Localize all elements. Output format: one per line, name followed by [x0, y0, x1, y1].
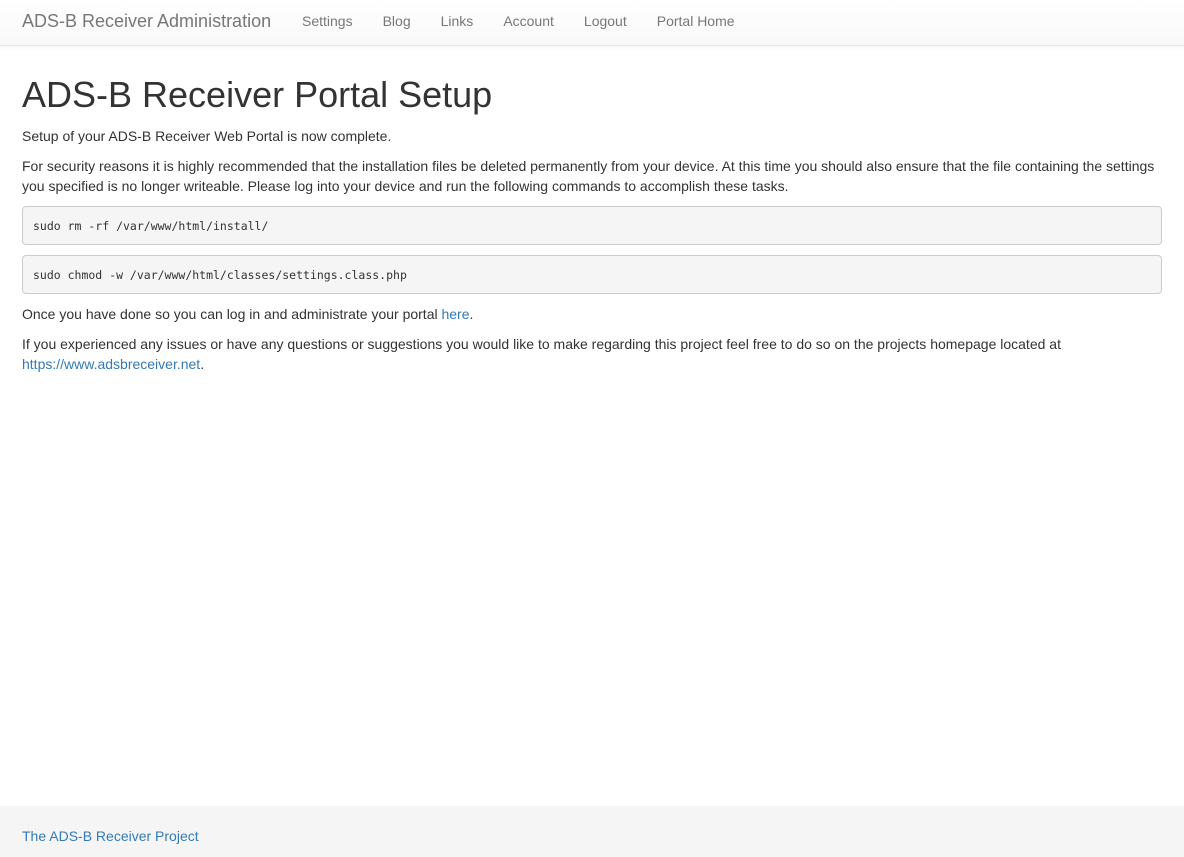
admin-text-after: .: [469, 306, 474, 322]
nav-item-logout: Logout: [569, 0, 642, 45]
brand-link[interactable]: ADS-B Receiver Administration: [22, 11, 271, 31]
footer: The ADS-B Receiver Project: [0, 806, 1184, 857]
setup-complete-text: Setup of your ADS-B Receiver Web Portal …: [22, 128, 392, 144]
security-recommendation-text: For security reasons it is highly recomm…: [22, 158, 1155, 194]
nav-link-logout[interactable]: Logout: [569, 0, 642, 41]
top-navbar: ADS-B Receiver Administration Settings B…: [0, 0, 1184, 46]
nav-item-account: Account: [488, 0, 569, 45]
nav-item-links: Links: [426, 0, 489, 45]
nav-link-blog[interactable]: Blog: [368, 0, 426, 41]
main-content: ADS-B Receiver Portal Setup Setup of you…: [22, 72, 1162, 384]
issues-text: If you experienced any issues or have an…: [22, 334, 1162, 374]
page-title: ADS-B Receiver Portal Setup: [22, 74, 493, 115]
homepage-link[interactable]: https://www.adsbreceiver.net: [22, 356, 200, 372]
nav-link-links[interactable]: Links: [426, 0, 489, 41]
nav-item-portal-home: Portal Home: [642, 0, 750, 45]
nav-menu: Settings Blog Links Account Logout Porta…: [287, 0, 750, 45]
nav-item-blog: Blog: [368, 0, 426, 45]
nav-link-settings[interactable]: Settings: [287, 0, 368, 41]
admin-here-link[interactable]: here: [441, 306, 469, 322]
command-chmod-settings[interactable]: sudo chmod -w /var/www/html/classes/sett…: [22, 255, 1162, 294]
issues-text-body: If you experienced any issues or have an…: [22, 336, 1061, 352]
page: ADS-B Receiver Administration Settings B…: [0, 0, 1184, 857]
nav-item-settings: Settings: [287, 0, 368, 45]
issues-text-after: .: [200, 356, 205, 372]
footer-project-link[interactable]: The ADS-B Receiver Project: [22, 827, 199, 845]
admin-text-before: Once you have done so you can log in and…: [22, 306, 442, 322]
command-remove-install[interactable]: sudo rm -rf /var/www/html/install/: [22, 206, 1162, 245]
nav-link-portal-home[interactable]: Portal Home: [642, 0, 750, 41]
admin-instructions-text: Once you have done so you can log in and…: [22, 304, 1162, 324]
nav-link-account[interactable]: Account: [488, 0, 569, 41]
